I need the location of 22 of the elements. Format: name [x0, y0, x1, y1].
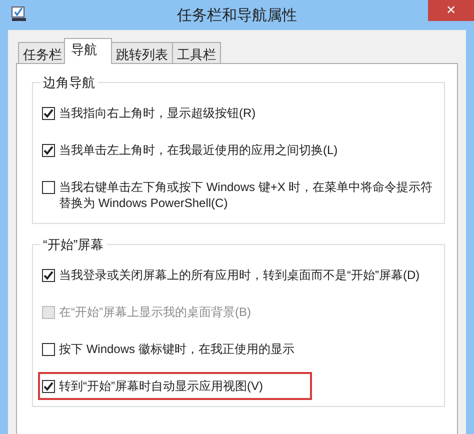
checkbox[interactable]	[42, 144, 55, 157]
tab[interactable]: 跳转列表	[111, 42, 173, 64]
option-label: 当我指向右上角时，显示超级按钮(R)	[59, 105, 256, 121]
tab[interactable]: 工具栏	[172, 42, 221, 64]
group-title: “开始”屏幕	[40, 236, 107, 254]
taskbar-icon	[11, 6, 27, 22]
group-title: 边角导航	[40, 74, 98, 92]
window-title: 任务栏和导航属性	[177, 6, 297, 24]
option-label: 当我登录或关闭屏幕上的所有应用时，转到桌面而不是“开始”屏幕(D)	[59, 267, 420, 283]
option-label: 转到“开始”屏幕时自动显示应用视图(V)	[59, 378, 263, 394]
tab[interactable]: 任务栏	[18, 42, 67, 64]
option-label: 当我单击左上角时，在我最近使用的应用之间切换(L)	[59, 142, 338, 158]
tab[interactable]: 导航	[64, 38, 112, 64]
close-button[interactable]: ×	[428, 0, 474, 21]
option-label: 在“开始”屏幕上显示我的桌面背景(B)	[59, 304, 251, 320]
checkbox[interactable]	[42, 269, 55, 282]
option-label: 当我右键单击左下角或按下 Windows 键+X 时，在菜单中将命令提示符替换为 Windows PowerShell(C)	[59, 179, 434, 211]
checkbox[interactable]	[42, 181, 55, 194]
checkbox[interactable]	[42, 107, 55, 120]
option-label: 按下 Windows 徽标键时，在我正使用的显示	[59, 341, 294, 357]
checkbox[interactable]	[42, 380, 55, 393]
checkbox[interactable]	[42, 343, 55, 356]
